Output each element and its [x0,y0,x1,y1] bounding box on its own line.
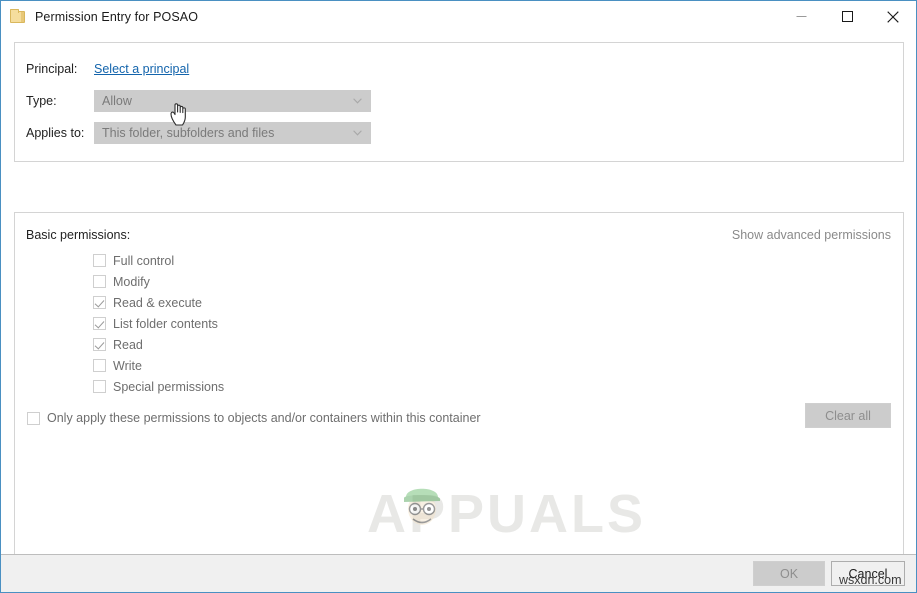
minimize-icon [796,16,806,17]
principal-label: Principal: [26,62,78,76]
permission-row[interactable]: Read & execute [93,292,224,313]
checkbox-write[interactable] [93,359,106,372]
checkbox-modify[interactable] [93,275,106,288]
type-row: Type: Allow [26,90,371,112]
maximize-icon [841,11,853,22]
folder-icon [10,8,26,24]
basic-permissions-list: Full control Modify Read & execute List … [93,250,224,397]
close-button[interactable] [870,1,916,32]
chevron-down-icon [353,130,362,136]
select-principal-link[interactable]: Select a principal [94,62,189,76]
applies-to-label: Applies to: [26,126,85,140]
window-title: Permission Entry for POSAO [35,9,199,24]
minimize-button[interactable] [778,1,824,32]
permission-row[interactable]: List folder contents [93,313,224,334]
applies-to-row: Applies to: This folder, subfolders and … [26,122,371,144]
title-bar: Permission Entry for POSAO [1,1,916,32]
permission-label: Read & execute [113,295,202,310]
permission-row[interactable]: Modify [93,271,224,292]
only-apply-label: Only apply these permissions to objects … [47,411,481,425]
maximize-button[interactable] [824,1,870,32]
clear-all-button[interactable]: Clear all [805,403,891,428]
type-value: Allow [102,94,132,108]
checkbox-only-apply-container[interactable] [27,411,40,425]
applies-to-dropdown[interactable]: This folder, subfolders and files [94,122,371,144]
appuals-watermark: APPUALS [367,485,643,543]
permissions-panel: Basic permissions: Show advanced permiss… [14,212,904,572]
type-label: Type: [26,94,57,108]
dialog-footer: OK Cancel wsxdn.com [1,554,916,592]
close-icon [887,10,899,23]
watermark-text: APPUALS [367,484,647,544]
permission-row[interactable]: Special permissions [93,376,224,397]
applies-to-value: This folder, subfolders and files [102,126,275,140]
permission-row[interactable]: Write [93,355,224,376]
basic-permissions-label: Basic permissions: [26,228,131,242]
dialog-content: Principal: Select a principal Type: Allo… [1,32,916,572]
mascot-icon [404,488,440,525]
checkbox-special-permissions[interactable] [93,380,106,393]
window-controls [778,1,916,32]
permission-label: List folder contents [113,316,218,331]
permission-row[interactable]: Full control [93,250,224,271]
permission-label: Write [113,358,142,373]
principal-panel: Principal: Select a principal Type: Allo… [14,42,904,162]
checkbox-read-execute[interactable] [93,296,106,309]
permission-row[interactable]: Read [93,334,224,355]
ok-button[interactable]: OK [753,561,825,586]
cancel-button[interactable]: Cancel [831,561,905,586]
permission-label: Read [113,337,143,352]
only-apply-row[interactable]: Only apply these permissions to objects … [27,411,481,425]
permission-label: Special permissions [113,379,225,394]
checkbox-full-control[interactable] [93,254,106,267]
type-dropdown[interactable]: Allow [94,90,371,112]
permission-label: Full control [113,253,175,268]
show-advanced-permissions-link[interactable]: Show advanced permissions [732,228,891,242]
principal-row: Principal: Select a principal [26,58,189,80]
checkbox-list-folder-contents[interactable] [93,317,106,330]
permission-label: Modify [113,274,150,289]
checkbox-read[interactable] [93,338,106,351]
permission-entry-dialog: Permission Entry for POSAO Principal: Se… [0,0,917,593]
chevron-down-icon [353,98,362,104]
